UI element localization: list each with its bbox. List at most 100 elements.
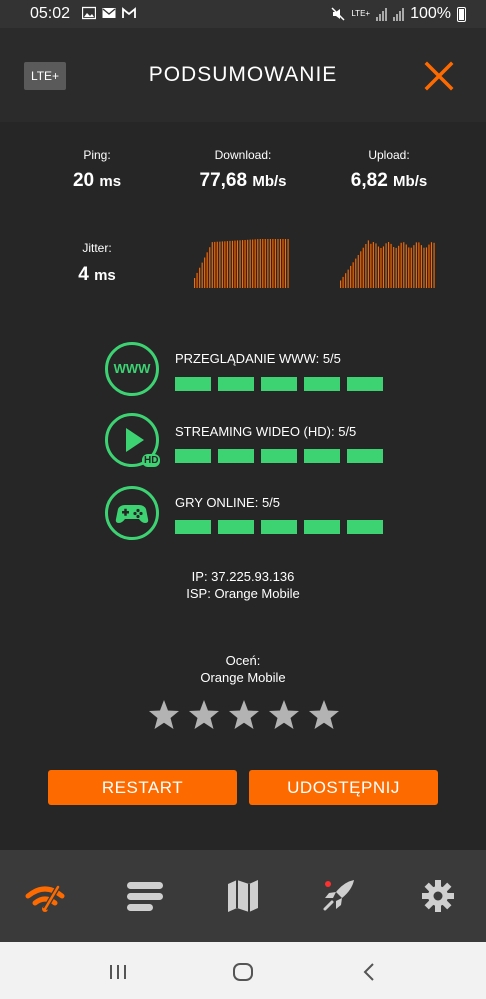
page-title: PODSUMOWANIE <box>148 63 338 86</box>
download-value: 77,68 Mb/s <box>173 170 313 192</box>
speed-sample-bar <box>249 239 251 288</box>
speed-sample-bar <box>209 247 211 288</box>
star-icon[interactable] <box>148 699 180 731</box>
speed-sample-bar <box>360 251 362 288</box>
speed-sample-bar <box>367 240 369 288</box>
www-icon-text: WWW <box>113 361 151 376</box>
speed-sample-bar <box>287 239 289 288</box>
speed-sample-bar <box>393 247 395 288</box>
battery-icon <box>457 6 466 22</box>
recent-apps-icon[interactable] <box>106 960 130 984</box>
results-list-icon[interactable] <box>125 878 165 914</box>
speed-sample-bar <box>242 240 244 288</box>
home-icon[interactable] <box>231 960 255 984</box>
speed-sample-bar <box>410 247 412 288</box>
speed-sample-bar <box>226 241 228 288</box>
speed-sample-bar <box>206 252 208 288</box>
speed-sample-bar <box>408 247 410 288</box>
rating-provider: Orange Mobile <box>200 670 286 685</box>
download-label: Download: <box>214 148 272 162</box>
notification-icons <box>82 6 136 20</box>
speed-sample-bar <box>375 243 377 288</box>
score-bar <box>347 520 383 534</box>
score-bar <box>304 520 340 534</box>
rocket-icon[interactable] <box>320 878 360 914</box>
map-icon[interactable] <box>223 878 263 914</box>
star-icon[interactable] <box>268 699 300 731</box>
results-panel <box>0 122 486 850</box>
signal-icon-2 <box>393 7 405 21</box>
speed-sample-bar <box>403 242 405 288</box>
speed-sample-bar <box>254 239 256 288</box>
ping-value: 20 ms <box>47 170 147 192</box>
speed-sample-bar <box>372 242 374 288</box>
back-icon[interactable] <box>358 960 382 984</box>
speed-sample-bar <box>204 257 206 288</box>
speed-sample-bar <box>398 245 400 288</box>
upload-unit: Mb/s <box>393 173 428 190</box>
speed-sample-bar <box>347 269 349 288</box>
rating-stars <box>148 699 340 731</box>
speed-sample-bar <box>342 276 344 288</box>
speed-sample-bar <box>279 239 282 288</box>
speed-sample-bar <box>395 247 397 288</box>
gmail-icon <box>122 7 136 18</box>
ping-label: Ping: <box>83 148 111 162</box>
upload-speed-graph <box>340 240 435 288</box>
speed-sample-bar <box>355 258 357 288</box>
status-time: 05:02 <box>30 5 71 22</box>
speed-sample-bar <box>247 239 249 288</box>
status-network: LTE+ <box>351 9 371 18</box>
star-icon[interactable] <box>188 699 220 731</box>
speed-sample-bar <box>272 239 274 288</box>
share-button[interactable]: UDOSTĘPNIJ <box>249 770 438 805</box>
hd-badge: HD <box>142 454 161 467</box>
speed-sample-bar <box>433 242 435 288</box>
score-bar <box>175 377 211 391</box>
ip-address: IP: 37.225.93.136 <box>191 569 295 584</box>
speed-sample-bar <box>382 246 385 288</box>
category-label-gaming: GRY ONLINE: 5/5 <box>175 495 281 510</box>
online-gaming-icon <box>105 486 159 540</box>
speed-sample-bar <box>262 239 264 288</box>
speed-sample-bar <box>380 248 382 288</box>
speed-sample-bar <box>277 239 279 288</box>
speed-sample-bar <box>274 239 276 288</box>
speed-sample-bar <box>425 247 428 288</box>
speed-test-icon[interactable] <box>25 878 65 914</box>
rating-prompt: Oceń: <box>225 653 261 668</box>
bottom-navigation <box>0 850 486 942</box>
speed-sample-bar <box>423 247 425 288</box>
score-bar <box>347 377 383 391</box>
speed-sample-bar <box>284 239 287 288</box>
restart-button[interactable]: RESTART <box>48 770 237 805</box>
speed-sample-bar <box>405 244 407 288</box>
category-label-web: PRZEGLĄDANIE WWW: 5/5 <box>175 351 341 366</box>
star-icon[interactable] <box>228 699 260 731</box>
score-bars-video <box>175 449 383 463</box>
settings-icon[interactable] <box>418 878 458 914</box>
score-bar <box>261 520 297 534</box>
speed-sample-bar <box>415 242 417 288</box>
speed-sample-bar <box>377 246 380 288</box>
score-bars-gaming <box>175 520 383 534</box>
web-browsing-icon: WWW <box>105 342 159 396</box>
score-bar <box>175 449 211 463</box>
video-streaming-icon: HD <box>105 413 161 467</box>
speed-sample-bar <box>340 280 342 288</box>
speed-sample-bar <box>259 239 261 288</box>
score-bar <box>261 377 297 391</box>
category-label-video: STREAMING WIDEO (HD): 5/5 <box>175 424 357 439</box>
speed-sample-bar <box>216 241 218 288</box>
speed-sample-bar <box>196 272 198 288</box>
speed-sample-bar <box>365 244 367 288</box>
speed-sample-bar <box>224 241 226 288</box>
status-right: LTE+ 100% <box>331 5 466 23</box>
speed-sample-bar <box>388 242 390 288</box>
star-icon[interactable] <box>308 699 340 731</box>
speed-sample-bar <box>219 241 221 288</box>
close-icon[interactable] <box>423 60 455 92</box>
speed-sample-bar <box>352 262 354 288</box>
speed-sample-bar <box>257 239 259 288</box>
score-bar <box>218 449 254 463</box>
